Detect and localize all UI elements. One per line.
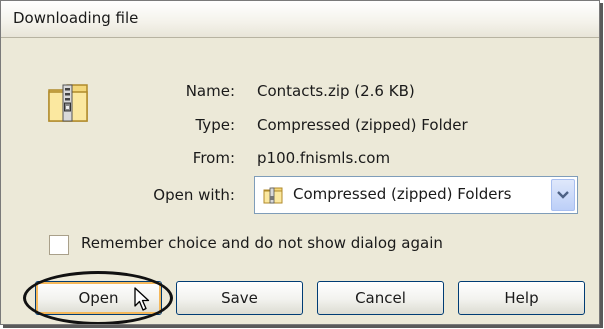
from-label: From:	[192, 149, 235, 167]
remember-checkbox[interactable]	[49, 235, 69, 255]
dialog-title: Downloading file	[13, 9, 139, 27]
dialog-titlebar: Downloading file	[1, 1, 599, 38]
remember-checkbox-label[interactable]: Remember choice and do not show dialog a…	[81, 234, 443, 252]
mouse-cursor-icon	[134, 287, 150, 311]
open-with-value: Compressed (zipped) Folders	[293, 185, 512, 203]
file-name-value: Contacts.zip (2.6 KB)	[257, 82, 415, 100]
zip-folder-icon	[48, 84, 88, 122]
help-button[interactable]: Help	[458, 281, 585, 315]
zip-folder-icon	[263, 187, 283, 204]
cancel-button[interactable]: Cancel	[317, 281, 444, 315]
chevron-down-icon	[557, 191, 569, 199]
open-with-label: Open with:	[153, 186, 235, 204]
download-dialog: Downloading file Name: Contacts.zip (2.6…	[0, 0, 600, 325]
save-button[interactable]: Save	[176, 281, 303, 315]
file-source-value: p100.fnismls.com	[257, 149, 391, 167]
type-label: Type:	[195, 116, 235, 134]
name-label: Name:	[185, 82, 235, 100]
dropdown-button[interactable]	[551, 179, 575, 211]
open-with-select[interactable]: Compressed (zipped) Folders	[254, 176, 578, 214]
file-type-value: Compressed (zipped) Folder	[257, 116, 468, 134]
